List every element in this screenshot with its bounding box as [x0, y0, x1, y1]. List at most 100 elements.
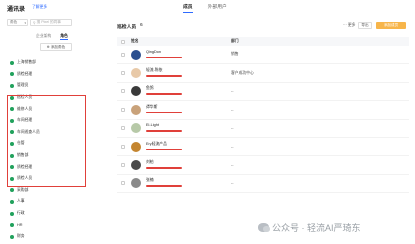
table-row[interactable]: Ei-Light -- [117, 120, 409, 138]
role-item[interactable]: 人事 [10, 196, 40, 208]
row-checkbox[interactable] [121, 144, 125, 149]
scope-select-value: 角色 [10, 20, 18, 24]
department-cell: -- [231, 107, 234, 112]
name-cell: 张楠 [146, 177, 231, 189]
search-input[interactable]: ⚲ 搜 Pixel 的同事 [30, 19, 72, 26]
table-row[interactable]: 刘柏 -- [117, 156, 409, 175]
avatar [131, 141, 141, 152]
role-icon [10, 234, 14, 239]
role-label: 行政 [17, 211, 25, 216]
table-row[interactable]: 鱼鸽 -- [117, 83, 409, 102]
select-all-checkbox[interactable] [121, 39, 125, 44]
highlight-box [7, 95, 86, 187]
role-item[interactable]: 行政 [10, 208, 40, 220]
redaction-mark [146, 93, 182, 95]
department-cell: -- [231, 126, 234, 131]
role-label: 上海销售部 [17, 60, 36, 65]
role-label: 财务 [17, 234, 25, 239]
row-checkbox[interactable] [121, 163, 125, 168]
member-name: 谭华斯 [146, 104, 158, 109]
role-item[interactable]: HR [10, 219, 40, 231]
avatar [131, 178, 141, 189]
app-title: 通讯录 [7, 7, 26, 13]
tab-roles[interactable]: 角色 [60, 34, 68, 40]
table-row[interactable]: QingDon 销售 [117, 46, 409, 65]
member-name: 张楠 [146, 178, 154, 183]
chevron-down-icon: ▾ [24, 20, 26, 25]
role-item[interactable]: 上海销售部 [10, 57, 40, 69]
row-checkbox[interactable] [121, 126, 125, 131]
name-cell: QingDon [146, 49, 231, 61]
department-cell: 客户成功中心 [231, 70, 254, 75]
avatar [131, 68, 141, 79]
redaction-mark [146, 167, 182, 169]
table-row[interactable]: 张楠 -- [117, 175, 409, 194]
more-label: 更多 [347, 23, 356, 27]
row-checkbox[interactable] [121, 181, 125, 186]
department-cell: 销售 [231, 52, 239, 57]
members-table: 姓名 部门 QingDon 销售 轻流-陈依 客户成功中心 鱼鸽 -- 谭华斯 -- Ei-Li… [117, 37, 409, 194]
role-icon [10, 199, 14, 204]
column-department: 部门 [231, 39, 239, 43]
role-item[interactable]: 财务 [10, 231, 40, 243]
role-label: HR [17, 223, 23, 228]
name-cell: 谭华斯 [146, 104, 231, 116]
role-item[interactable]: 质检经理 [10, 69, 40, 81]
redaction-mark [146, 185, 182, 187]
avatar [131, 49, 141, 60]
table-row[interactable]: 轻流-陈依 客户成功中心 [117, 64, 409, 83]
department-cell: -- [231, 89, 234, 94]
name-cell: Ei-Light [146, 122, 231, 134]
avatar [131, 86, 141, 97]
member-count: 6 [140, 23, 143, 28]
add-role-label: 添加角色 [50, 44, 66, 49]
export-button[interactable]: 导出 [358, 22, 372, 29]
redaction-mark [146, 130, 182, 132]
row-checkbox[interactable] [121, 71, 125, 76]
role-label: 人事 [17, 199, 25, 204]
role-icon [10, 223, 14, 228]
role-item[interactable]: 管理员 [10, 80, 40, 92]
role-icon [10, 83, 14, 88]
learn-more-link[interactable]: 了解更多 [32, 5, 47, 10]
search-row: 角色 ▾ ⚲ 搜 Pixel 的同事 [7, 19, 72, 26]
tab-members[interactable]: 成员 [183, 3, 193, 13]
avatar [131, 160, 141, 171]
role-icon [10, 188, 14, 193]
watermark-text: 公众号 · 轻流AI严琦东 [272, 223, 361, 233]
member-name: 刘柏 [146, 160, 154, 165]
member-name: Ery轻流产品 [146, 141, 167, 146]
redaction-mark [146, 111, 182, 114]
name-cell: 刘柏 [146, 159, 231, 171]
row-checkbox[interactable] [121, 107, 125, 112]
department-cell: -- [231, 163, 234, 168]
role-label: 采购部 [17, 187, 29, 192]
search-icon: ⚲ [33, 20, 36, 25]
table-row[interactable]: Ery轻流产品 -- [117, 138, 409, 157]
row-checkbox[interactable] [121, 89, 125, 94]
table-body: QingDon 销售 轻流-陈依 客户成功中心 鱼鸽 -- 谭华斯 -- Ei-Light -- E… [117, 46, 409, 194]
tab-org-structure[interactable]: 企业架构 [36, 34, 51, 40]
member-name: 鱼鸽 [146, 86, 154, 91]
main-panel: 巡检人员 6 ··· 更多 导出 添加成员 姓名 部门 QingDon 销售 轻流-… [111, 15, 415, 244]
role-title: 巡检人员 [117, 25, 137, 30]
tab-external-users[interactable]: 外部用户 [208, 3, 227, 13]
row-checkbox[interactable] [121, 52, 125, 57]
role-icon [10, 60, 14, 65]
top-bar: 通讯录 了解更多 成员 外部用户 [0, 0, 415, 16]
name-cell: 鱼鸽 [146, 85, 231, 97]
name-cell: 轻流-陈依 [146, 67, 231, 79]
add-role-button[interactable]: ⊕ 添加角色 [40, 43, 72, 51]
member-name: QingDon [146, 49, 161, 54]
add-member-button[interactable]: 添加成员 [376, 22, 406, 29]
top-tabs: 成员 外部用户 [183, 3, 227, 13]
department-cell: -- [231, 144, 234, 149]
more-button[interactable]: ··· 更多 [343, 23, 355, 28]
table-row[interactable]: 谭华斯 -- [117, 101, 409, 120]
scope-select[interactable]: 角色 ▾ [7, 19, 28, 26]
redaction-mark [146, 148, 182, 151]
role-label: 管理员 [17, 83, 29, 88]
member-name: Ei-Light [146, 123, 159, 128]
redaction-mark [146, 75, 182, 77]
department-cell: -- [231, 181, 234, 186]
